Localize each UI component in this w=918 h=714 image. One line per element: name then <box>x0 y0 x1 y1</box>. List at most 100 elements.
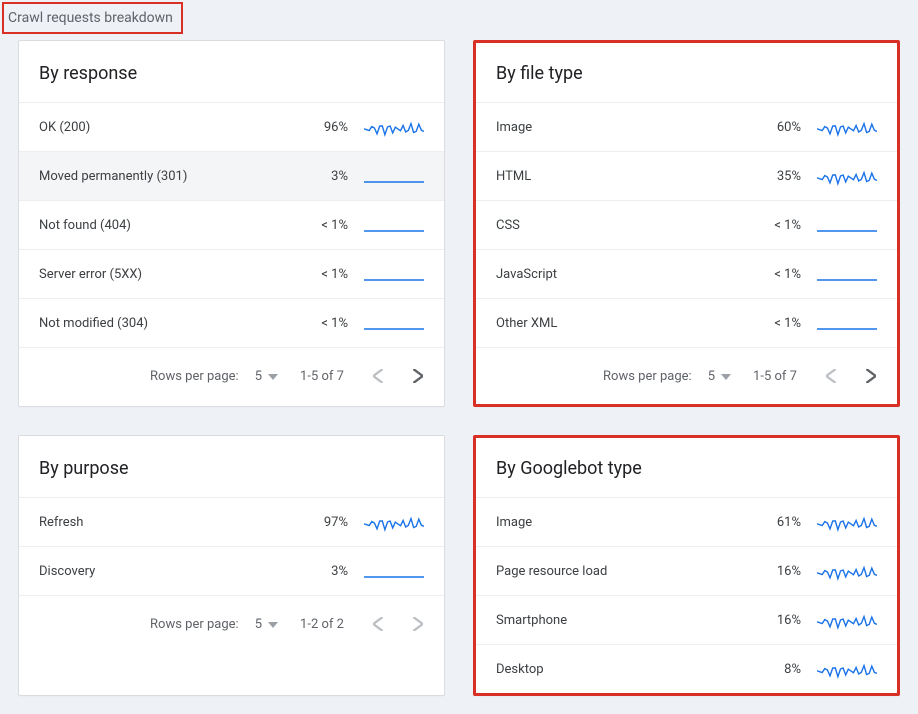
row-percent: < 1% <box>300 267 348 282</box>
row-label: Desktop <box>496 662 753 677</box>
rows-per-page-select[interactable]: 5 <box>708 369 731 384</box>
rows-per-page-value: 5 <box>255 369 262 384</box>
chevron-down-icon <box>268 369 278 384</box>
sparkline-chart <box>817 166 877 186</box>
row-label: Discovery <box>39 564 300 579</box>
chevron-down-icon <box>268 617 278 632</box>
sparkline-chart <box>817 561 877 581</box>
rows-per-page-select[interactable]: 5 <box>255 617 278 632</box>
sparkline-chart <box>817 313 877 333</box>
rows-per-page-label: Rows per page: <box>39 369 239 384</box>
prev-page-button[interactable] <box>366 364 390 388</box>
card-rows: Image61%Page resource load16%Smartphone1… <box>476 497 897 693</box>
row-percent: < 1% <box>753 267 801 282</box>
row-percent: < 1% <box>753 316 801 331</box>
cards-grid: By response OK (200)96%Moved permanently… <box>0 36 918 714</box>
row-percent: < 1% <box>300 218 348 233</box>
card-rows: Image60%HTML35%CSS< 1%JavaScript< 1%Othe… <box>476 102 897 347</box>
table-row[interactable]: Image61% <box>476 497 897 546</box>
row-label: Image <box>496 515 753 530</box>
page-title: Crawl requests breakdown <box>2 2 183 34</box>
row-label: Smartphone <box>496 613 753 628</box>
card-by-file-type: By file type Image60%HTML35%CSS< 1%JavaS… <box>473 40 900 407</box>
table-row[interactable]: Other XML< 1% <box>476 298 897 347</box>
row-percent: 16% <box>753 613 801 628</box>
table-row[interactable]: Smartphone16% <box>476 595 897 644</box>
row-label: Server error (5XX) <box>39 267 300 282</box>
row-percent: 60% <box>753 120 801 135</box>
rows-per-page-value: 5 <box>708 369 715 384</box>
row-label: Other XML <box>496 316 753 331</box>
card-title: By response <box>19 41 444 102</box>
card-by-response: By response OK (200)96%Moved permanently… <box>18 40 445 407</box>
sparkline-chart <box>817 512 877 532</box>
card-rows: Refresh97%Discovery3% <box>19 497 444 595</box>
row-label: Not modified (304) <box>39 316 300 331</box>
row-label: Image <box>496 120 753 135</box>
row-percent: < 1% <box>300 316 348 331</box>
sparkline-chart <box>817 215 877 235</box>
row-label: Moved permanently (301) <box>39 169 300 184</box>
prev-page-button[interactable] <box>366 612 390 636</box>
table-row[interactable]: Refresh97% <box>19 497 444 546</box>
rows-per-page-select[interactable]: 5 <box>255 369 278 384</box>
next-page-button[interactable] <box>859 364 883 388</box>
table-row[interactable]: OK (200)96% <box>19 102 444 151</box>
next-page-button[interactable] <box>406 364 430 388</box>
sparkline-chart <box>817 117 877 137</box>
rows-per-page-label: Rows per page: <box>39 617 239 632</box>
pager: Rows per page: 5 1-2 of 2 <box>19 595 444 652</box>
row-label: OK (200) <box>39 120 300 135</box>
sparkline-chart <box>364 561 424 581</box>
rows-per-page-value: 5 <box>255 617 262 632</box>
row-percent: 3% <box>300 564 348 579</box>
table-row[interactable]: Server error (5XX)< 1% <box>19 249 444 298</box>
sparkline-chart <box>364 264 424 284</box>
sparkline-chart <box>364 313 424 333</box>
table-row[interactable]: Image60% <box>476 102 897 151</box>
row-percent: 61% <box>753 515 801 530</box>
row-label: Page resource load <box>496 564 753 579</box>
card-by-googlebot-type: By Googlebot type Image61%Page resource … <box>473 435 900 696</box>
table-row[interactable]: JavaScript< 1% <box>476 249 897 298</box>
table-row[interactable]: Desktop8% <box>476 644 897 693</box>
table-row[interactable]: Page resource load16% <box>476 546 897 595</box>
prev-page-button[interactable] <box>819 364 843 388</box>
chevron-down-icon <box>721 369 731 384</box>
pager-range: 1-5 of 7 <box>294 369 350 384</box>
table-row[interactable]: HTML35% <box>476 151 897 200</box>
card-title: By file type <box>476 43 897 102</box>
row-percent: 97% <box>300 515 348 530</box>
table-row[interactable]: CSS< 1% <box>476 200 897 249</box>
row-percent: 3% <box>300 169 348 184</box>
row-percent: 16% <box>753 564 801 579</box>
row-label: JavaScript <box>496 267 753 282</box>
card-title: By purpose <box>19 436 444 497</box>
card-by-purpose: By purpose Refresh97%Discovery3% Rows pe… <box>18 435 445 696</box>
row-percent: 96% <box>300 120 348 135</box>
sparkline-chart <box>817 264 877 284</box>
sparkline-chart <box>364 166 424 186</box>
row-label: Refresh <box>39 515 300 530</box>
card-title: By Googlebot type <box>476 438 897 497</box>
sparkline-chart <box>364 117 424 137</box>
table-row[interactable]: Not modified (304)< 1% <box>19 298 444 347</box>
sparkline-chart <box>364 215 424 235</box>
pager: Rows per page: 5 1-5 of 7 <box>476 347 897 404</box>
row-percent: < 1% <box>753 218 801 233</box>
row-percent: 8% <box>753 662 801 677</box>
table-row[interactable]: Not found (404)< 1% <box>19 200 444 249</box>
row-percent: 35% <box>753 169 801 184</box>
table-row[interactable]: Discovery3% <box>19 546 444 595</box>
sparkline-chart <box>364 512 424 532</box>
pager-range: 1-2 of 2 <box>294 617 350 632</box>
rows-per-page-label: Rows per page: <box>496 369 692 384</box>
card-rows: OK (200)96%Moved permanently (301)3%Not … <box>19 102 444 347</box>
row-label: CSS <box>496 218 753 233</box>
pager: Rows per page: 5 1-5 of 7 <box>19 347 444 404</box>
sparkline-chart <box>817 610 877 630</box>
row-label: HTML <box>496 169 753 184</box>
sparkline-chart <box>817 659 877 679</box>
table-row[interactable]: Moved permanently (301)3% <box>19 151 444 200</box>
next-page-button[interactable] <box>406 612 430 636</box>
